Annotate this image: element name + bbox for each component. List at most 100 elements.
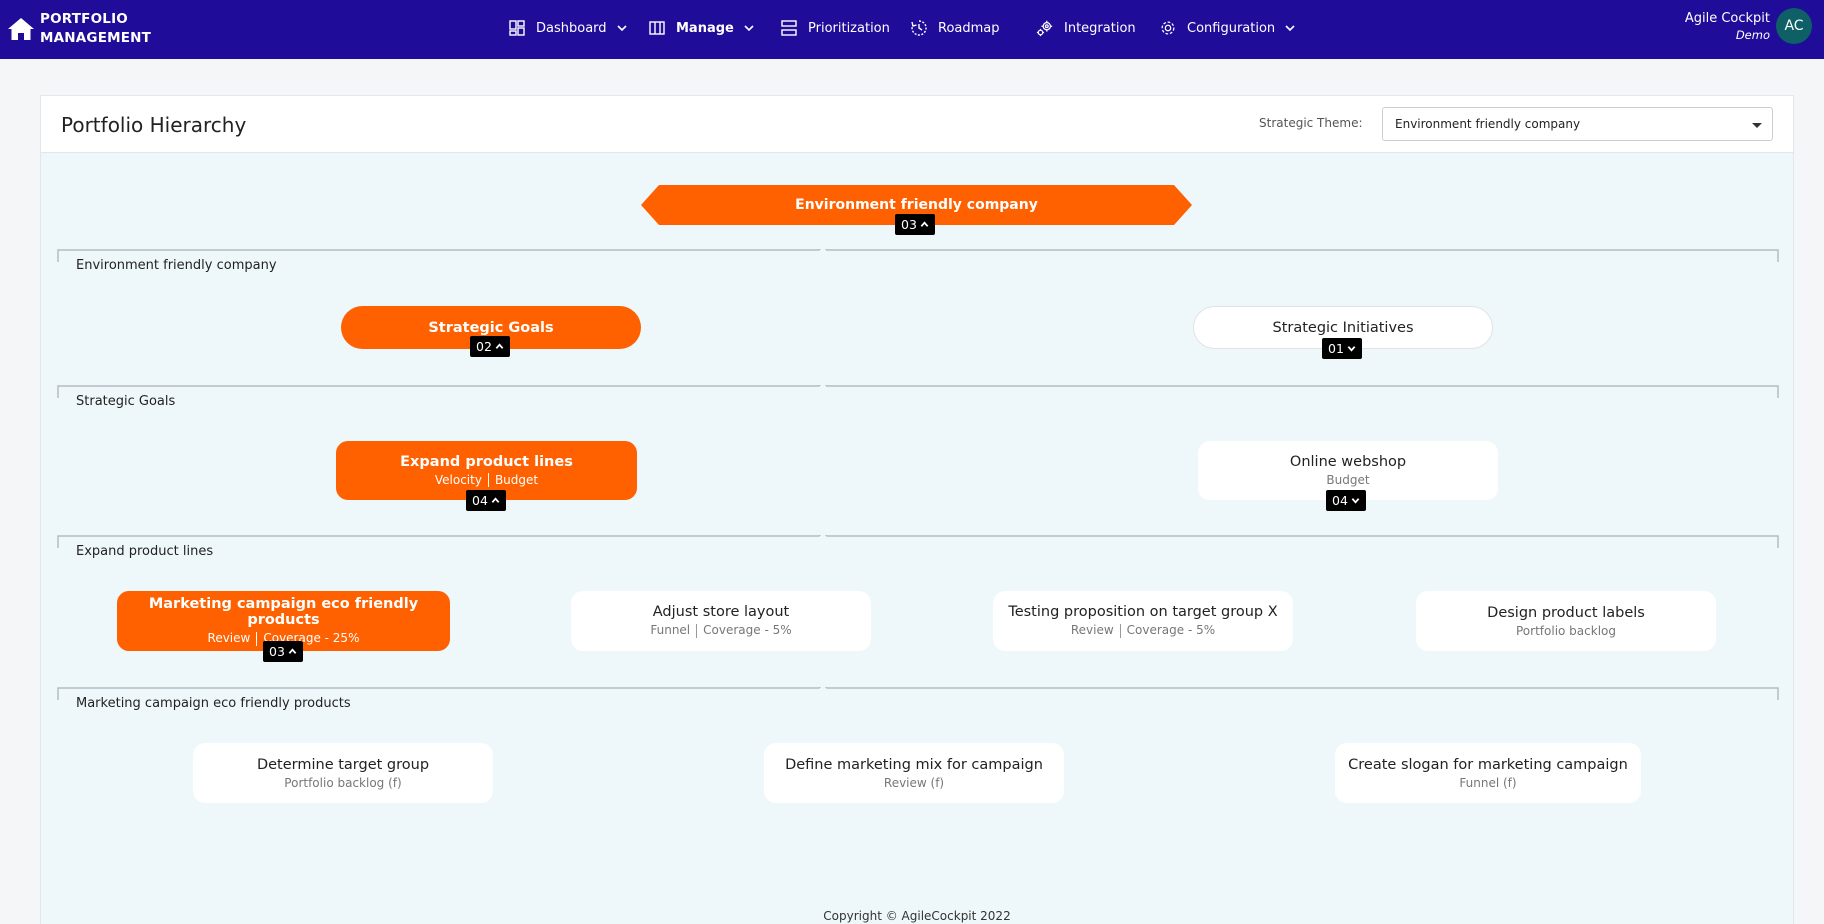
node-status: Review: [1070, 623, 1114, 638]
node-status: Funnel (f): [1459, 775, 1517, 790]
strategic-theme-select[interactable]: Environment friendly company: [1382, 107, 1773, 141]
nav-manage[interactable]: Manage: [648, 17, 755, 39]
node-subtitle: Velocity Budget: [435, 473, 538, 488]
root-count: 03: [901, 217, 917, 232]
node-status: Funnel: [650, 623, 691, 638]
node-create-slogan[interactable]: Create slogan for marketing campaign Fun…: [1335, 743, 1641, 803]
node-title: Marketing campaign eco friendly products: [148, 596, 419, 629]
node-count: 01: [1328, 341, 1344, 356]
strategic-goals-count-badge[interactable]: 02: [470, 336, 510, 357]
level1-bracket: [57, 249, 1779, 262]
nav-prioritization-label: Prioritization: [808, 20, 890, 36]
nav-dashboard-label: Dashboard: [536, 20, 607, 36]
marketing-campaign-count-badge[interactable]: 03: [263, 641, 303, 662]
chevron-down-icon: [1285, 25, 1295, 32]
chevron-up-icon: [920, 221, 929, 227]
online-webshop-count-badge[interactable]: 04: [1326, 490, 1366, 511]
chevron-down-icon: [744, 25, 754, 32]
copyright-footer: Copyright © AgileCockpit 2022: [823, 909, 1011, 923]
node-title: Expand product lines: [400, 453, 573, 470]
configuration-icon: [1161, 21, 1175, 35]
nav-configuration[interactable]: Configuration: [1159, 17, 1296, 39]
nav-manage-label: Manage: [676, 20, 734, 36]
chevron-up-icon: [495, 343, 504, 349]
node-title: Testing proposition on target group X: [1008, 604, 1278, 621]
chevron-up-icon: [491, 497, 500, 503]
node-metric: Budget: [1326, 473, 1370, 487]
node-title: Adjust store layout: [652, 604, 790, 621]
node-title: Strategic Initiatives: [1272, 319, 1414, 336]
node-count: 02: [476, 339, 492, 354]
brand-name: PORTFOLIO MANAGEMENT: [40, 10, 151, 48]
level3-bracket: [57, 535, 1779, 548]
node-status: Portfolio backlog (f): [284, 775, 402, 790]
level1-label: Environment friendly company: [76, 258, 277, 273]
user-name: Agile Cockpit: [1684, 10, 1770, 26]
node-status: Velocity: [434, 472, 482, 487]
node-count: 04: [472, 493, 488, 508]
node-testing-proposition[interactable]: Testing proposition on target group X Re…: [993, 591, 1293, 651]
top-navbar: PORTFOLIO MANAGEMENT Dashboard Manage Pr…: [0, 0, 1824, 59]
level2-bracket: [57, 385, 1779, 398]
chevron-down-icon: [616, 25, 627, 32]
node-title: Strategic Goals: [428, 319, 554, 336]
nav-integration[interactable]: Integration: [1036, 17, 1136, 39]
root-node-title: Environment friendly company: [795, 197, 1038, 213]
node-subtitle: Funnel Coverage - 5%: [650, 623, 792, 638]
chevron-up-icon: [288, 648, 297, 654]
node-adjust-store-layout[interactable]: Adjust store layout Funnel Coverage - 5%: [571, 591, 871, 651]
node-title: Online webshop: [1289, 454, 1407, 470]
chevron-down-icon: [1347, 346, 1356, 352]
node-coverage: Coverage - 5%: [703, 623, 792, 638]
chevron-down-icon: [1351, 498, 1360, 504]
brand[interactable]: PORTFOLIO MANAGEMENT: [6, 10, 151, 48]
node-subtitle: Review Coverage - 5%: [1071, 623, 1215, 638]
level4-label: Marketing campaign eco friendly products: [76, 696, 351, 711]
portfolio-hierarchy-card: Portfolio Hierarchy Strategic Theme: Env…: [40, 95, 1794, 924]
node-subtitle: Portfolio backlog (f): [284, 776, 401, 790]
node-define-marketing-mix[interactable]: Define marketing mix for campaign Review…: [764, 743, 1064, 803]
node-title: Create slogan for marketing campaign: [1348, 756, 1628, 773]
brand-line-1: PORTFOLIO: [40, 11, 128, 27]
prioritization-icon: [781, 20, 797, 36]
node-design-product-labels[interactable]: Design product labels Portfolio backlog: [1416, 591, 1716, 651]
nav-integration-label: Integration: [1064, 20, 1136, 36]
dashboard-icon: [509, 20, 525, 36]
home-icon: [8, 18, 34, 40]
user-info: Agile Cockpit Demo: [1685, 11, 1770, 42]
node-subtitle: Portfolio backlog: [1516, 624, 1616, 638]
node-title: Determine target group: [256, 756, 430, 773]
strategic-initiatives-count-badge[interactable]: 01: [1322, 338, 1362, 359]
node-subtitle: Funnel (f): [1459, 776, 1516, 790]
node-status: Portfolio backlog: [1516, 623, 1616, 638]
node-subtitle: Budget: [1326, 473, 1369, 487]
node-count: 04: [1332, 493, 1348, 508]
user-menu[interactable]: Agile Cockpit Demo AC: [1685, 8, 1812, 44]
user-org: Demo: [1735, 27, 1770, 42]
node-status: Review (f): [883, 775, 945, 790]
node-subtitle: Review (f): [884, 776, 944, 790]
expand-product-lines-count-badge[interactable]: 04: [466, 490, 506, 511]
page-title: Portfolio Hierarchy: [61, 113, 247, 137]
node-determine-target-group[interactable]: Determine target group Portfolio backlog…: [193, 743, 493, 803]
strategic-theme-label: Strategic Theme:: [1259, 116, 1363, 130]
nav-roadmap[interactable]: Roadmap: [910, 17, 1000, 39]
dropdown-caret-icon: [1752, 123, 1762, 128]
avatar[interactable]: AC: [1776, 8, 1812, 44]
nav-dashboard[interactable]: Dashboard: [508, 17, 628, 39]
integration-icon: [1036, 20, 1053, 37]
node-title: Design product labels: [1487, 604, 1645, 621]
node-title: Define marketing mix for campaign: [785, 756, 1043, 773]
nav-prioritization[interactable]: Prioritization: [780, 17, 890, 39]
root-count-badge[interactable]: 03: [895, 214, 935, 235]
card-header: Portfolio Hierarchy Strategic Theme: Env…: [41, 96, 1793, 153]
nav-configuration-label: Configuration: [1187, 20, 1276, 36]
nav-roadmap-label: Roadmap: [938, 20, 1000, 36]
node-coverage: Coverage - 5%: [1126, 623, 1216, 638]
node-status: Review: [207, 631, 251, 646]
level3-label: Expand product lines: [76, 544, 214, 559]
node-metric: Budget: [494, 472, 539, 487]
brand-line-2: MANAGEMENT: [40, 30, 152, 46]
strategic-theme-value: Environment friendly company: [1395, 117, 1581, 131]
node-count: 03: [269, 644, 285, 659]
